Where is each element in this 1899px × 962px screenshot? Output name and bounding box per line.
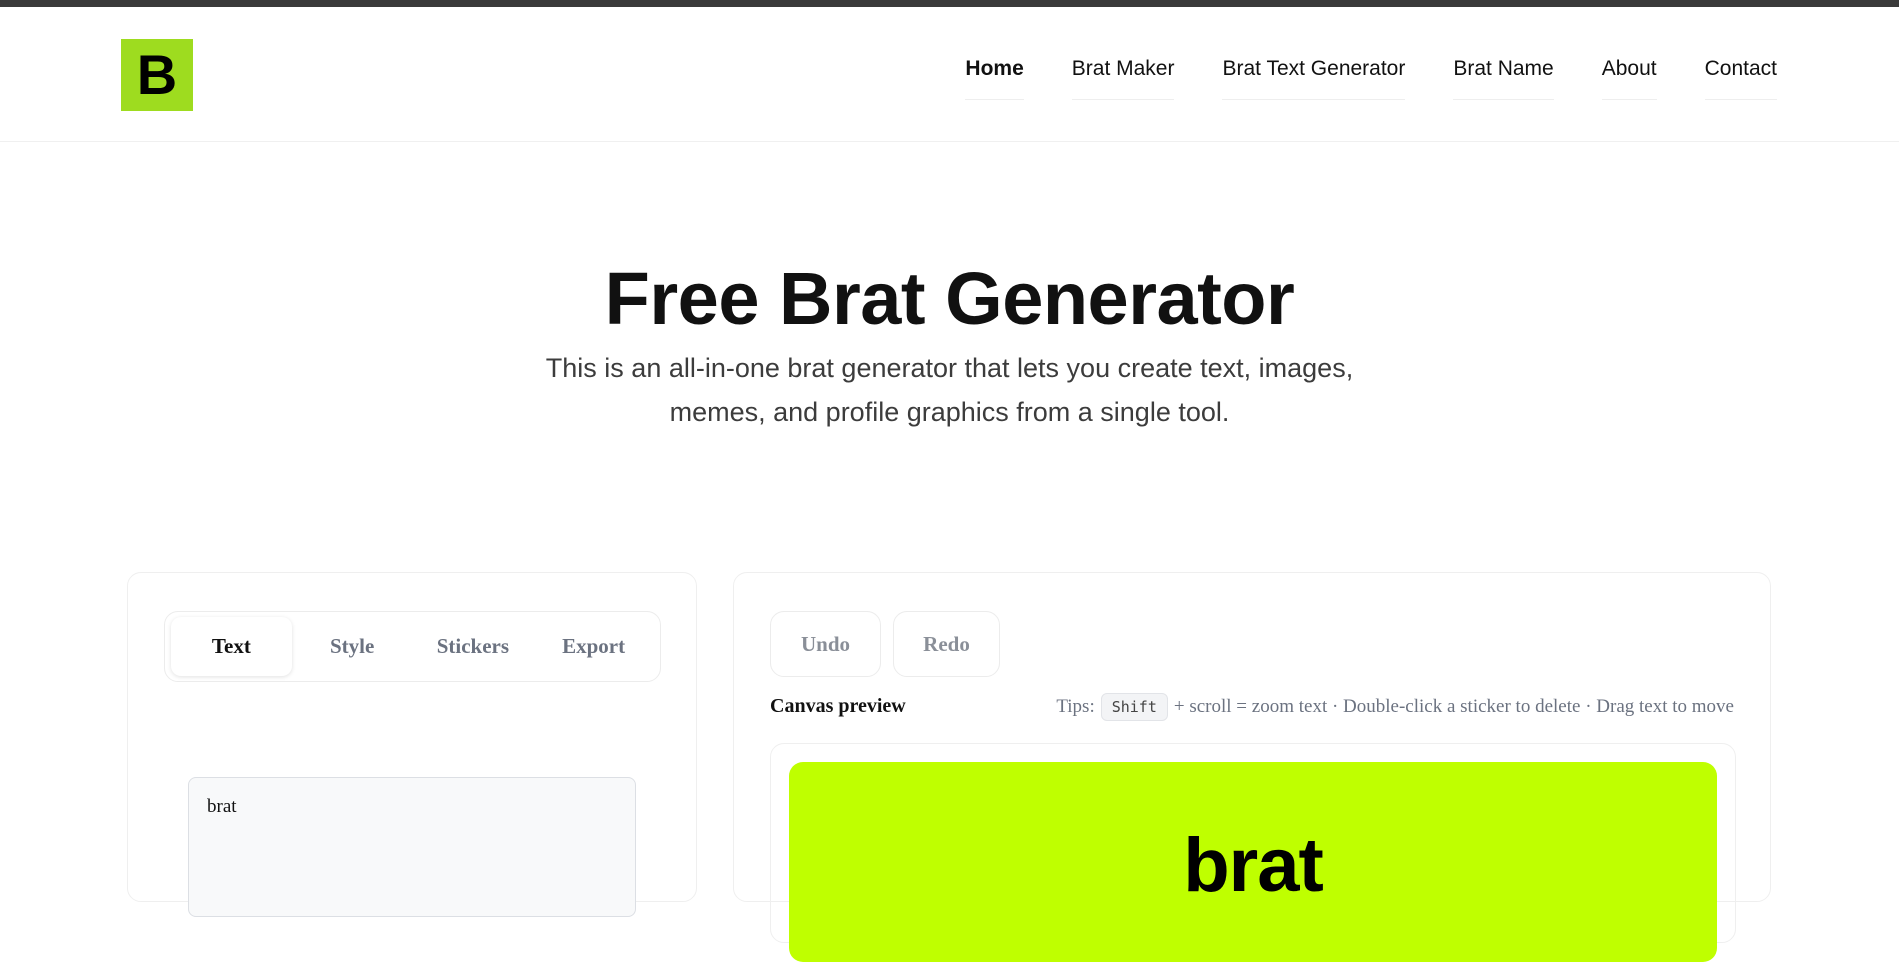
main-nav: Home Brat Maker Brat Text Generator Brat… [965,57,1777,100]
tips-prefix: Tips: [1056,696,1095,717]
tab-text[interactable]: Text [171,617,292,676]
site-logo[interactable]: B [121,39,193,111]
tab-stickers[interactable]: Stickers [413,617,534,676]
nav-brat-name[interactable]: Brat Name [1453,57,1554,100]
preview-panel: Undo Redo Canvas preview Tips: Shift + s… [733,572,1771,962]
nav-brat-maker[interactable]: Brat Maker [1071,57,1175,100]
page-subtitle: This is an all-in-one brat generator tha… [545,353,1354,427]
nav-home[interactable]: Home [965,57,1024,100]
browser-top-border [0,0,1899,7]
canvas-text[interactable]: brat [789,822,1717,909]
brat-text-input[interactable] [188,777,636,917]
canvas-tips: Tips: Shift + scroll = zoom text · Doubl… [1056,693,1734,721]
canvas-preview-label: Canvas preview [770,695,906,717]
nav-about[interactable]: About [1601,57,1657,100]
shift-key-badge: Shift [1100,693,1168,721]
canvas-frame: brat [770,743,1736,962]
page-title: Free Brat Generator [604,257,1295,340]
undo-button[interactable]: Undo [770,611,881,677]
site-header: B Home Brat Maker Brat Text Generator Br… [0,7,1899,142]
tab-style[interactable]: Style [292,617,413,676]
editor-panel: Text Style Stickers Export [127,572,697,917]
editor-tabs: Text Style Stickers Export [164,611,661,682]
brat-canvas[interactable]: brat [789,762,1717,962]
tab-export[interactable]: Export [533,617,654,676]
nav-brat-text-generator[interactable]: Brat Text Generator [1222,57,1406,100]
nav-contact[interactable]: Contact [1704,57,1777,100]
redo-button[interactable]: Redo [893,611,1000,677]
tips-text: + scroll = zoom text · Double-click a st… [1173,696,1734,717]
